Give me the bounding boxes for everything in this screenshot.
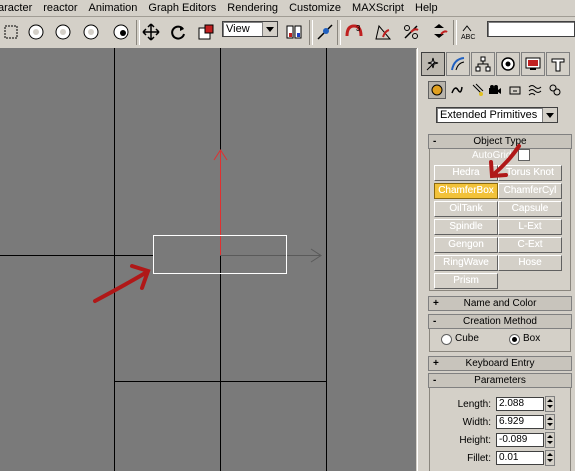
height-label: Height: <box>459 435 491 446</box>
motion-tab-icon[interactable] <box>496 52 520 76</box>
cube-radio[interactable] <box>441 334 452 345</box>
spinner-snap-icon[interactable] <box>428 21 450 43</box>
select-and-link-icon[interactable] <box>314 21 336 43</box>
named-selection-icon[interactable]: ABC <box>458 21 480 43</box>
keyboard-entry-title: Keyboard Entry <box>465 358 535 369</box>
width-spinner[interactable] <box>545 414 555 430</box>
toolbar-separator <box>453 20 457 45</box>
annotation-arrow-viewport <box>93 264 151 303</box>
toolbar-separator <box>309 20 313 45</box>
width-label: Width: <box>462 417 491 428</box>
parameters-rollout-header[interactable]: - Parameters <box>428 373 572 388</box>
spacewarps-category-icon[interactable] <box>526 81 544 99</box>
cube-radio-label: Cube <box>455 333 479 344</box>
expand-sign: + <box>433 358 439 369</box>
lights-category-icon[interactable] <box>468 81 486 99</box>
rotate-icon[interactable] <box>167 21 189 43</box>
display-tab-icon[interactable] <box>521 52 545 76</box>
perspective-viewport[interactable] <box>0 48 416 471</box>
menu-maxscript[interactable]: MAXScript <box>346 0 409 16</box>
viewport-grid <box>0 48 327 471</box>
modify-tab-icon[interactable] <box>446 52 470 76</box>
box-radio-label: Box <box>523 333 541 344</box>
reference-coordinate-dropdown[interactable]: View <box>222 21 278 37</box>
select-icon[interactable] <box>0 21 22 43</box>
hose-button[interactable]: Hose <box>498 255 562 271</box>
menu-help[interactable]: Help <box>409 0 443 16</box>
fillet-label: Fillet: <box>467 453 491 464</box>
collapse-sign: - <box>433 136 437 147</box>
command-panel: Extended Primitives - Object Type AutoGr… <box>417 48 575 471</box>
pivot-center-icon[interactable] <box>283 21 305 43</box>
systems-category-icon[interactable] <box>546 81 564 99</box>
snap-icon[interactable]: 3 <box>343 21 365 43</box>
collapse-sign: - <box>433 316 437 327</box>
collapse-sign: - <box>433 375 437 386</box>
hierarchy-tab-icon[interactable] <box>471 52 495 76</box>
ringwave-button[interactable]: RingWave <box>434 255 498 271</box>
height-spinner[interactable] <box>545 432 555 448</box>
circle-select-icon-2[interactable] <box>52 21 74 43</box>
name-and-color-rollout-header[interactable]: + Name and Color <box>428 296 572 311</box>
viewport-canvas <box>0 48 327 471</box>
gengon-button[interactable]: Gengon <box>434 237 498 253</box>
length-field[interactable]: 2.088 <box>496 397 544 411</box>
fillet-field[interactable]: 0.01 <box>496 451 544 465</box>
create-tab-icon[interactable] <box>421 52 445 76</box>
l-ext-button[interactable]: L-Ext <box>498 219 562 235</box>
c-ext-button[interactable]: C-Ext <box>498 237 562 253</box>
main-toolbar: View 3 ABC <box>0 17 575 49</box>
box-radio[interactable] <box>509 334 520 345</box>
expand-sign: + <box>433 298 439 309</box>
move-icon[interactable] <box>140 21 162 43</box>
menu-graph-editors[interactable]: Graph Editors <box>142 0 221 16</box>
creation-method-rollout-header[interactable]: - Creation Method <box>428 314 572 329</box>
percent-snap-icon[interactable] <box>400 21 422 43</box>
svg-text:ABC: ABC <box>461 34 475 41</box>
length-spinner[interactable] <box>545 396 555 412</box>
shapes-category-icon[interactable] <box>448 81 466 99</box>
reference-coordinate-value: View <box>226 23 250 35</box>
menu-reactor[interactable]: reactor <box>37 0 82 16</box>
creation-method-title: Creation Method <box>463 316 537 327</box>
menu-rendering[interactable]: Rendering <box>221 0 283 16</box>
length-label: Length: <box>457 399 491 410</box>
scale-icon[interactable] <box>195 21 217 43</box>
chevron-down-icon[interactable] <box>262 22 277 36</box>
primitive-category-dropdown[interactable]: Extended Primitives <box>436 107 558 123</box>
menu-character[interactable]: aracter <box>0 0 37 16</box>
menu-bar: aracter reactor Animation Graph Editors … <box>0 0 575 17</box>
annotation-arrow-panel <box>489 144 521 179</box>
angle-snap-icon[interactable] <box>372 21 394 43</box>
fillet-spinner[interactable] <box>545 450 555 466</box>
keyboard-entry-rollout-header[interactable]: + Keyboard Entry <box>428 356 572 371</box>
menu-animation[interactable]: Animation <box>83 0 143 16</box>
primitive-category-value: Extended Primitives <box>440 109 538 121</box>
toolbar-separator <box>337 20 341 45</box>
select-by-name-icon[interactable] <box>110 21 132 43</box>
oiltank-button[interactable]: OilTank <box>434 201 498 217</box>
prism-button[interactable]: Prism <box>434 273 498 289</box>
circle-select-icon[interactable] <box>25 21 47 43</box>
height-field[interactable]: -0.089 <box>496 433 544 447</box>
circle-select-icon-3[interactable] <box>80 21 102 43</box>
menu-customize[interactable]: Customize <box>283 0 346 16</box>
transform-gizmo <box>213 149 322 263</box>
helpers-category-icon[interactable] <box>506 81 524 99</box>
utilities-tab-icon[interactable] <box>546 52 570 76</box>
width-field[interactable]: 6.929 <box>496 415 544 429</box>
spindle-button[interactable]: Spindle <box>434 219 498 235</box>
svg-text:3: 3 <box>356 24 361 33</box>
chevron-down-icon[interactable] <box>542 108 557 122</box>
name-and-color-title: Name and Color <box>463 298 537 309</box>
parameters-title: Parameters <box>474 375 526 386</box>
cameras-category-icon[interactable] <box>486 81 504 99</box>
geometry-category-icon[interactable] <box>428 81 446 99</box>
named-selection-input[interactable] <box>487 21 575 37</box>
capsule-button[interactable]: Capsule <box>498 201 562 217</box>
